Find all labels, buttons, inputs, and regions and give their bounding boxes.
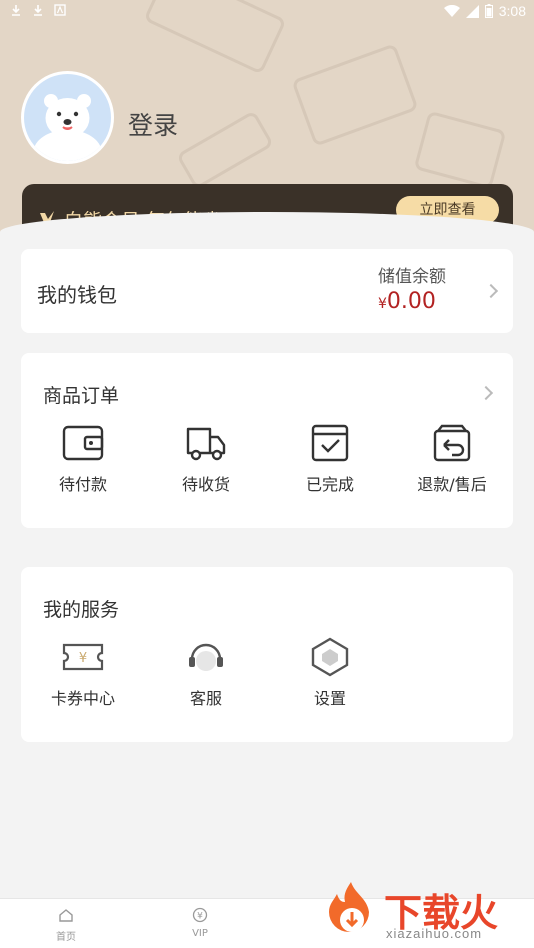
background-decoration — [413, 110, 507, 190]
balance-amount: ¥0.00 — [378, 289, 436, 314]
service-item-label: 卡券中心 — [50, 689, 115, 708]
tab-vip[interactable]: ¥ VIP — [170, 907, 230, 939]
wallet-icon — [62, 425, 104, 461]
battery-icon — [484, 4, 493, 18]
service-customer-support[interactable]: 客服 — [151, 637, 261, 709]
order-completed[interactable]: 已完成 — [275, 423, 385, 495]
order-pending-receipt[interactable]: 待收货 — [151, 423, 261, 495]
service-settings[interactable]: 设置 — [275, 637, 385, 709]
app-notification-icon — [54, 4, 66, 16]
home-icon — [59, 909, 73, 922]
svg-text:¥: ¥ — [79, 651, 87, 666]
return-box-icon — [433, 424, 471, 462]
watermark-logo: 下载火 xiazaihuo.com — [316, 878, 534, 948]
download-icon — [12, 5, 20, 16]
services-card: 我的服务 ¥ 卡券中心 客服 设置 — [21, 567, 513, 742]
background-decoration — [291, 43, 419, 147]
yen-coin-icon: ¥ — [192, 907, 208, 923]
login-link[interactable]: 登录 — [128, 106, 178, 142]
coupon-icon: ¥ — [62, 643, 104, 671]
tab-home[interactable]: 首页 — [36, 907, 96, 943]
service-item-label: 设置 — [313, 689, 346, 708]
order-item-label: 待收货 — [181, 475, 230, 494]
balance-label: 储值余额 — [378, 267, 446, 287]
headset-icon — [189, 643, 223, 671]
order-item-label: 退款/售后 — [417, 475, 487, 494]
order-refund[interactable]: 退款/售后 — [397, 423, 507, 495]
signal-icon — [465, 4, 479, 18]
check-box-icon — [311, 424, 349, 462]
wifi-icon — [443, 4, 460, 17]
status-time: 3:08 — [498, 3, 526, 19]
order-item-label: 待付款 — [58, 475, 107, 494]
avatar[interactable] — [21, 71, 114, 164]
service-coupon-center[interactable]: ¥ 卡券中心 — [28, 637, 138, 709]
wallet-card[interactable]: 我的钱包 储值余额 ¥0.00 — [21, 249, 513, 333]
watermark-subtitle: xiazaihuo.com — [386, 926, 483, 941]
orders-card: 商品订单 待付款 待收货 已完成 退款/售后 — [21, 353, 513, 528]
order-item-label: 已完成 — [305, 475, 354, 494]
balance-value: 0.00 — [386, 289, 436, 314]
services-title: 我的服务 — [43, 599, 120, 621]
tab-label: 首页 — [56, 932, 76, 943]
chevron-right-icon — [483, 283, 499, 299]
orders-title[interactable]: 商品订单 — [43, 381, 119, 408]
currency-symbol: ¥ — [378, 296, 387, 312]
wallet-title: 我的钱包 — [37, 283, 117, 307]
chevron-right-icon[interactable] — [478, 385, 494, 401]
header-curve — [0, 212, 534, 252]
status-bar: 3:08 — [0, 0, 534, 24]
download-icon — [34, 5, 42, 16]
background-decoration — [176, 110, 274, 190]
flame-logo-icon — [329, 882, 369, 932]
hexagon-icon — [311, 637, 349, 677]
service-item-label: 客服 — [189, 689, 222, 708]
tab-label: VIP — [192, 928, 208, 939]
order-pending-payment[interactable]: 待付款 — [28, 423, 138, 495]
polar-bear-icon — [33, 94, 102, 161]
svg-text:¥: ¥ — [197, 912, 203, 922]
truck-icon — [186, 427, 226, 461]
